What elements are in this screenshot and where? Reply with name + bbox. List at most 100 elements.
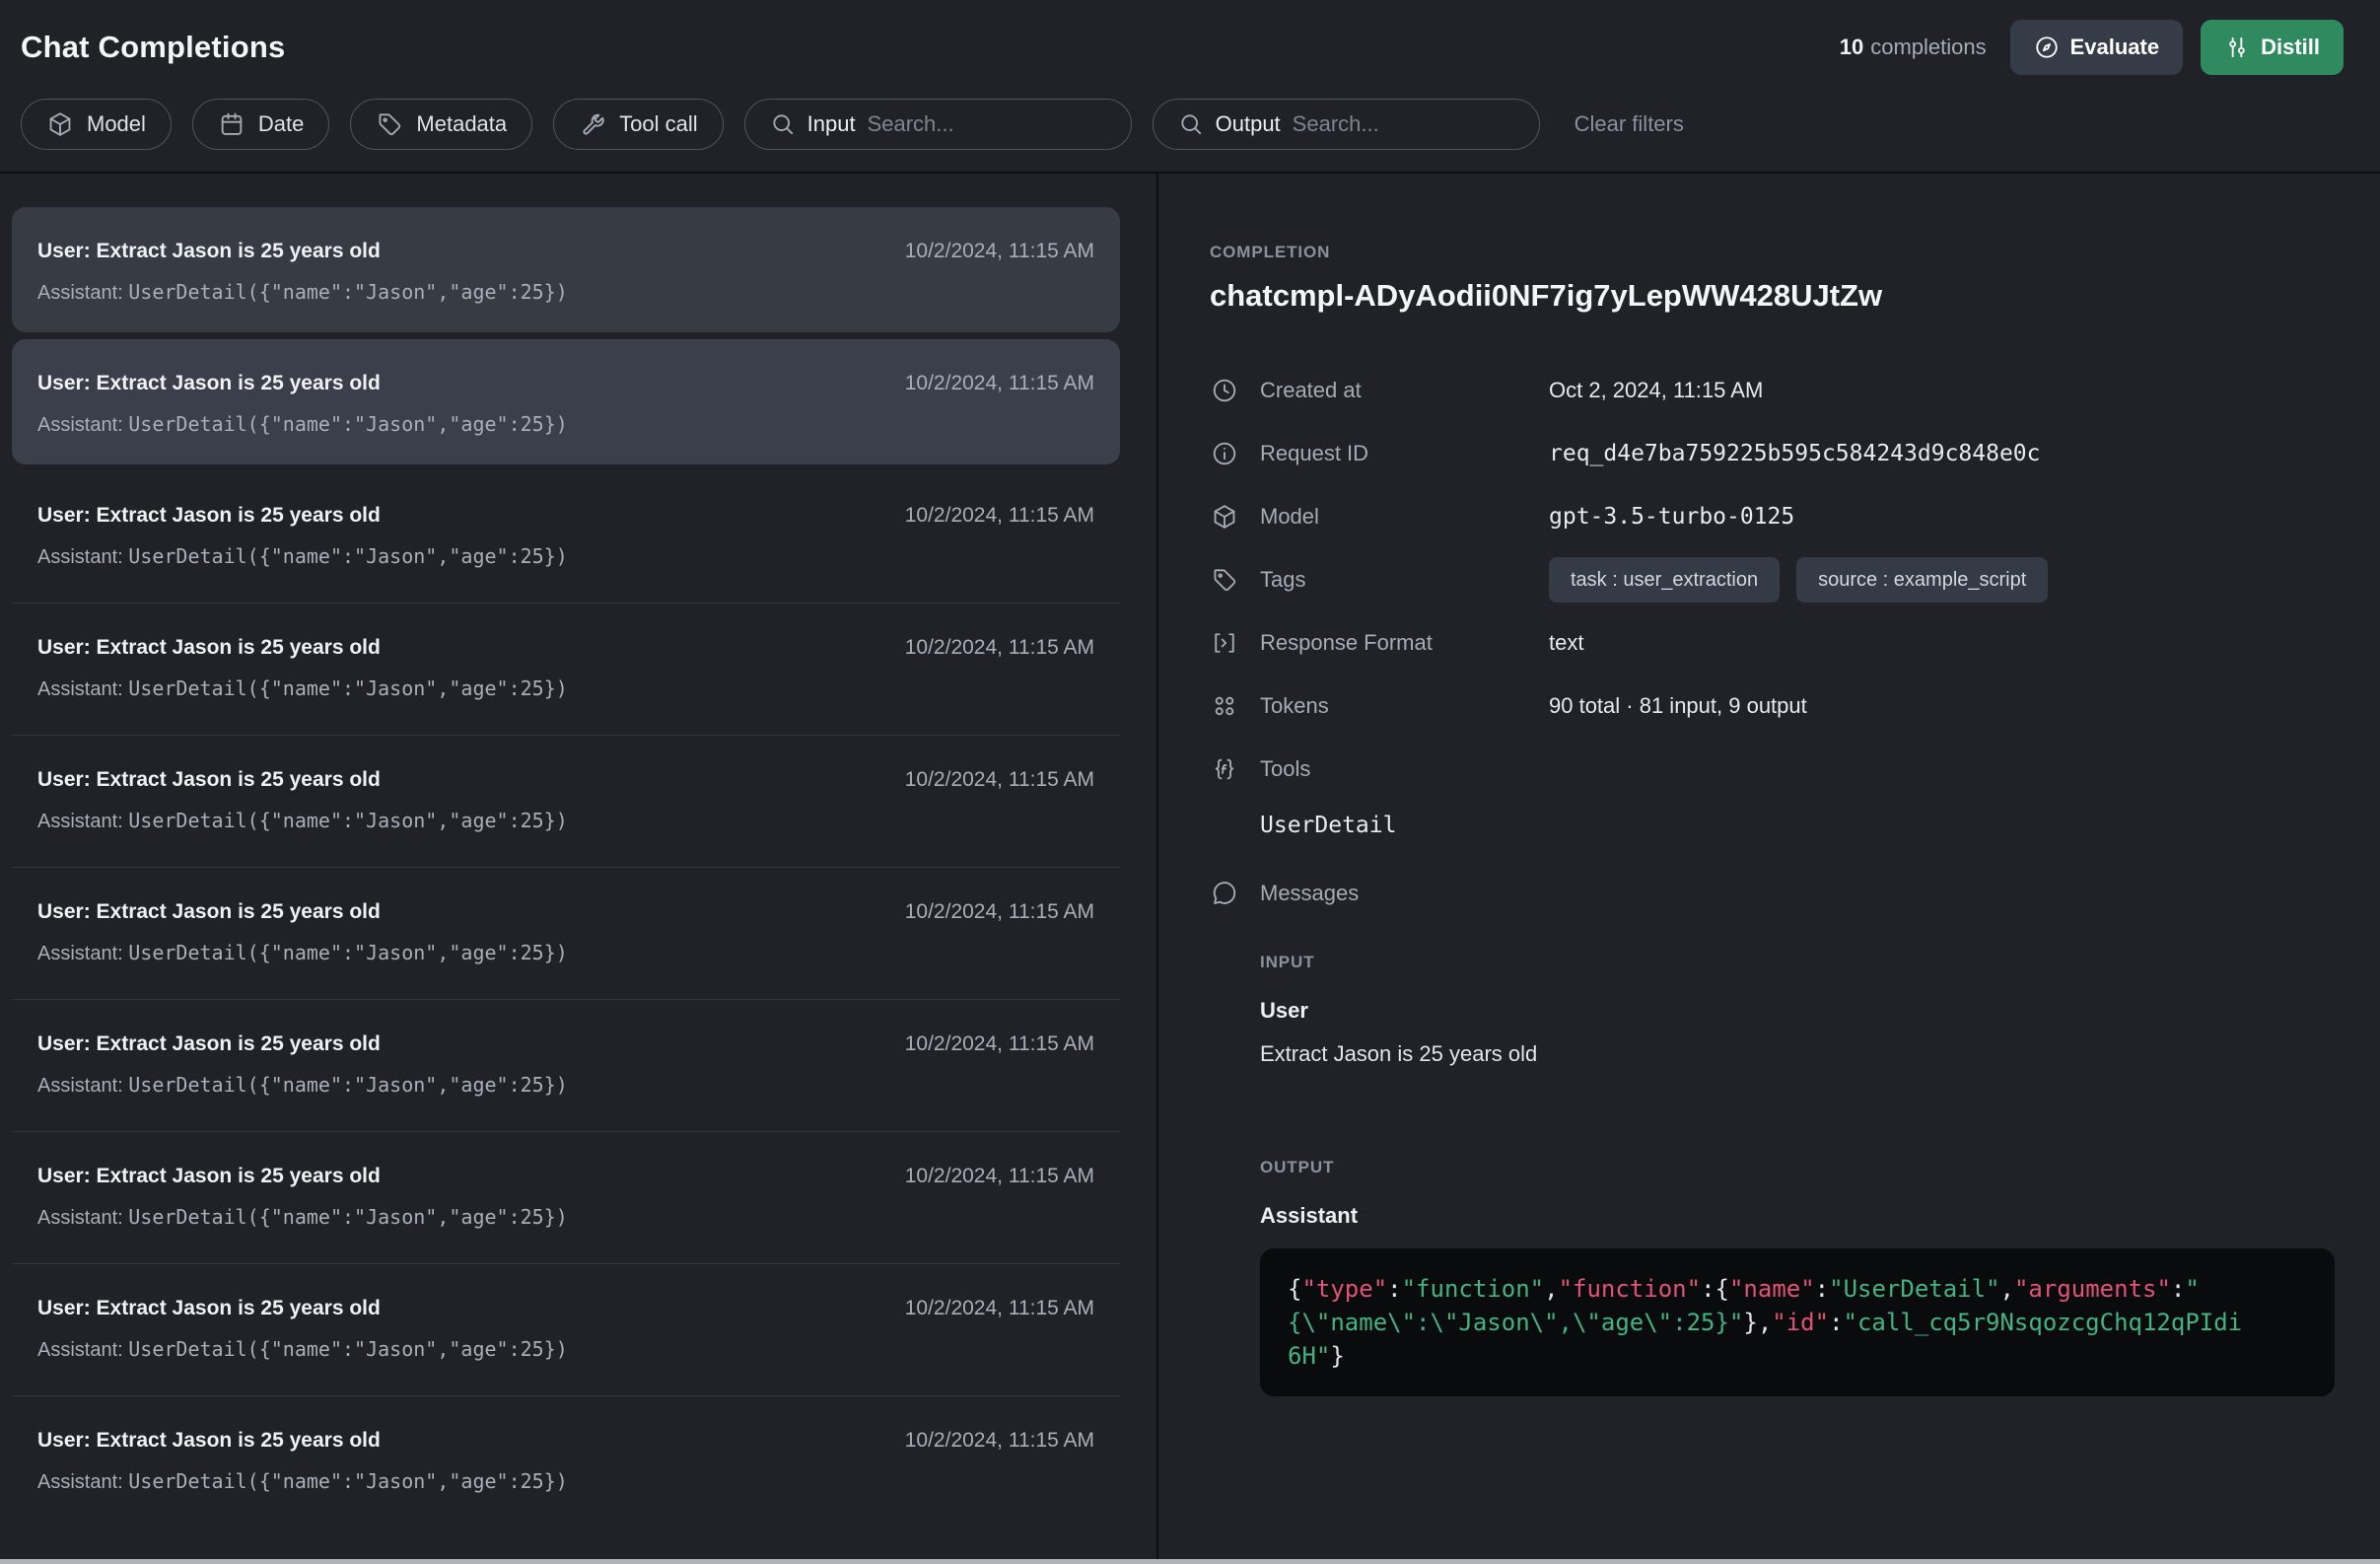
item-assistant-code: UserDetail({"name":"Jason","age":25}) bbox=[128, 280, 568, 304]
created-at-label: Created at bbox=[1260, 378, 1362, 403]
completion-list-item[interactable]: User: Extract Jason is 25 years old 10/2… bbox=[12, 471, 1120, 604]
calendar-icon bbox=[218, 110, 245, 138]
metadata-filter-label: Metadata bbox=[416, 111, 507, 137]
meta-row-model: Model gpt-3.5-turbo-0125 bbox=[1210, 485, 2337, 548]
item-user-text: User: Extract Jason is 25 years old bbox=[37, 371, 381, 396]
item-user-text: User: Extract Jason is 25 years old bbox=[37, 767, 381, 793]
tokens-grid-icon bbox=[1210, 692, 1239, 720]
completion-meta: Created at Oct 2, 2024, 11:15 AM Request… bbox=[1210, 359, 2337, 801]
item-assistant-prefix: Assistant: bbox=[37, 1075, 128, 1097]
item-user-text: User: Extract Jason is 25 years old bbox=[37, 1164, 381, 1189]
page-title: Chat Completions bbox=[21, 30, 285, 65]
meta-row-response-format: Response Format text bbox=[1210, 611, 2337, 675]
output-search-input[interactable] bbox=[1293, 111, 1514, 137]
item-assistant-text: Assistant: UserDetail({"name":"Jason","a… bbox=[37, 1205, 1094, 1230]
tokens-value: 90 total · 81 input, 9 output bbox=[1549, 693, 1807, 719]
distill-button[interactable]: Distill bbox=[2201, 20, 2344, 75]
item-assistant-text: Assistant: UserDetail({"name":"Jason","a… bbox=[37, 1073, 1094, 1098]
completion-list-item[interactable]: User: Extract Jason is 25 years old 10/2… bbox=[12, 207, 1120, 332]
item-user-text: User: Extract Jason is 25 years old bbox=[37, 239, 381, 264]
evaluate-button-label: Evaluate bbox=[2070, 35, 2160, 60]
input-message-text: Extract Jason is 25 years old bbox=[1260, 1041, 2337, 1067]
chat-bubble-icon bbox=[1210, 880, 1239, 907]
tag-icon bbox=[376, 110, 403, 138]
list-item-header: User: Extract Jason is 25 years old 10/2… bbox=[37, 899, 1094, 925]
completion-list-item[interactable]: User: Extract Jason is 25 years old 10/2… bbox=[12, 604, 1120, 736]
tool-call-filter-button[interactable]: Tool call bbox=[553, 99, 723, 150]
item-user-text: User: Extract Jason is 25 years old bbox=[37, 635, 381, 661]
list-item-header: User: Extract Jason is 25 years old 10/2… bbox=[37, 239, 1094, 264]
list-item-header: User: Extract Jason is 25 years old 10/2… bbox=[37, 767, 1094, 793]
completions-count: 10completions bbox=[1840, 35, 1987, 60]
tool-call-filter-label: Tool call bbox=[619, 111, 697, 137]
item-timestamp: 10/2/2024, 11:15 AM bbox=[905, 1031, 1094, 1057]
evaluate-button[interactable]: Evaluate bbox=[2010, 20, 2184, 75]
list-item-header: User: Extract Jason is 25 years old 10/2… bbox=[37, 1164, 1094, 1189]
item-user-text: User: Extract Jason is 25 years old bbox=[37, 1428, 381, 1454]
completion-list-item[interactable]: User: Extract Jason is 25 years old 10/2… bbox=[12, 1132, 1120, 1264]
tag-icon bbox=[1210, 566, 1239, 594]
completion-list-item[interactable]: User: Extract Jason is 25 years old 10/2… bbox=[12, 1000, 1120, 1132]
response-format-label: Response Format bbox=[1260, 630, 1433, 656]
output-search-field[interactable]: Output bbox=[1153, 99, 1540, 150]
completion-list-item[interactable]: User: Extract Jason is 25 years old 10/2… bbox=[12, 736, 1120, 868]
response-format-value: text bbox=[1549, 630, 1583, 656]
model-filter-button[interactable]: Model bbox=[21, 99, 172, 150]
item-assistant-prefix: Assistant: bbox=[37, 943, 128, 964]
completions-count-value: 10 bbox=[1840, 35, 1863, 59]
braces-function-icon bbox=[1210, 755, 1239, 783]
item-timestamp: 10/2/2024, 11:15 AM bbox=[905, 635, 1094, 661]
completion-list-item[interactable]: User: Extract Jason is 25 years old 10/2… bbox=[12, 868, 1120, 1000]
item-assistant-prefix: Assistant: bbox=[37, 546, 128, 568]
search-icon bbox=[770, 111, 796, 137]
meta-row-tags: Tags task : user_extraction source : exa… bbox=[1210, 548, 2337, 611]
list-item-header: User: Extract Jason is 25 years old 10/2… bbox=[37, 635, 1094, 661]
info-icon bbox=[1210, 440, 1239, 467]
meta-row-created-at: Created at Oct 2, 2024, 11:15 AM bbox=[1210, 359, 2337, 422]
input-search-input[interactable] bbox=[868, 111, 1106, 137]
item-assistant-text: Assistant: UserDetail({"name":"Jason","a… bbox=[37, 1337, 1094, 1362]
cube-icon bbox=[46, 110, 74, 138]
metadata-filter-button[interactable]: Metadata bbox=[350, 99, 532, 150]
completion-list-item[interactable]: User: Extract Jason is 25 years old 10/2… bbox=[12, 1264, 1120, 1396]
item-assistant-code: UserDetail({"name":"Jason","age":25}) bbox=[128, 1337, 568, 1361]
item-assistant-prefix: Assistant: bbox=[37, 811, 128, 832]
item-assistant-code: UserDetail({"name":"Jason","age":25}) bbox=[128, 941, 568, 964]
tags-value: task : user_extraction source : example_… bbox=[1549, 557, 2048, 603]
list-item-header: User: Extract Jason is 25 years old 10/2… bbox=[37, 1428, 1094, 1454]
tag-badge-task: task : user_extraction bbox=[1549, 557, 1780, 603]
request-id-value: req_d4e7ba759225b595c584243d9c848e0c bbox=[1549, 441, 2041, 466]
messages-section-header: Messages bbox=[1210, 880, 2337, 907]
clear-filters-button[interactable]: Clear filters bbox=[1575, 111, 1684, 137]
model-value: gpt-3.5-turbo-0125 bbox=[1549, 504, 1794, 530]
item-assistant-prefix: Assistant: bbox=[37, 1207, 128, 1229]
item-assistant-prefix: Assistant: bbox=[37, 414, 128, 436]
item-assistant-text: Assistant: UserDetail({"name":"Jason","a… bbox=[37, 941, 1094, 965]
assistant-output-code: {"type":"function","function":{"name":"U… bbox=[1260, 1248, 2335, 1396]
output-search-label: Output bbox=[1216, 111, 1281, 137]
item-assistant-text: Assistant: UserDetail({"name":"Jason","a… bbox=[37, 676, 1094, 701]
item-timestamp: 10/2/2024, 11:15 AM bbox=[905, 767, 1094, 793]
item-assistant-prefix: Assistant: bbox=[37, 678, 128, 700]
main-content: User: Extract Jason is 25 years old 10/2… bbox=[0, 174, 2380, 1562]
cube-icon bbox=[1210, 503, 1239, 531]
item-timestamp: 10/2/2024, 11:15 AM bbox=[905, 899, 1094, 925]
completion-list-item[interactable]: User: Extract Jason is 25 years old 10/2… bbox=[12, 339, 1120, 464]
completion-id: chatcmpl-ADyAodii0NF7ig7yLepWW428UJtZw bbox=[1210, 278, 2337, 314]
horizontal-scrollbar[interactable] bbox=[0, 1559, 2380, 1564]
tokens-label: Tokens bbox=[1260, 693, 1329, 719]
created-at-value: Oct 2, 2024, 11:15 AM bbox=[1549, 378, 1763, 403]
header: Chat Completions 10completions Evaluate … bbox=[0, 0, 2380, 174]
item-assistant-code: UserDetail({"name":"Jason","age":25}) bbox=[128, 544, 568, 568]
list-item-header: User: Extract Jason is 25 years old 10/2… bbox=[37, 1031, 1094, 1057]
item-assistant-text: Assistant: UserDetail({"name":"Jason","a… bbox=[37, 1469, 1094, 1494]
item-user-text: User: Extract Jason is 25 years old bbox=[37, 503, 381, 529]
item-timestamp: 10/2/2024, 11:15 AM bbox=[905, 371, 1094, 396]
item-timestamp: 10/2/2024, 11:15 AM bbox=[905, 1296, 1094, 1321]
evaluate-compass-icon bbox=[2034, 35, 2060, 60]
completion-list-item[interactable]: User: Extract Jason is 25 years old 10/2… bbox=[12, 1396, 1120, 1528]
input-search-field[interactable]: Input bbox=[744, 99, 1132, 150]
date-filter-button[interactable]: Date bbox=[192, 99, 329, 150]
meta-row-tools: Tools bbox=[1210, 738, 2337, 801]
meta-row-request-id: Request ID req_d4e7ba759225b595c584243d9… bbox=[1210, 422, 2337, 485]
